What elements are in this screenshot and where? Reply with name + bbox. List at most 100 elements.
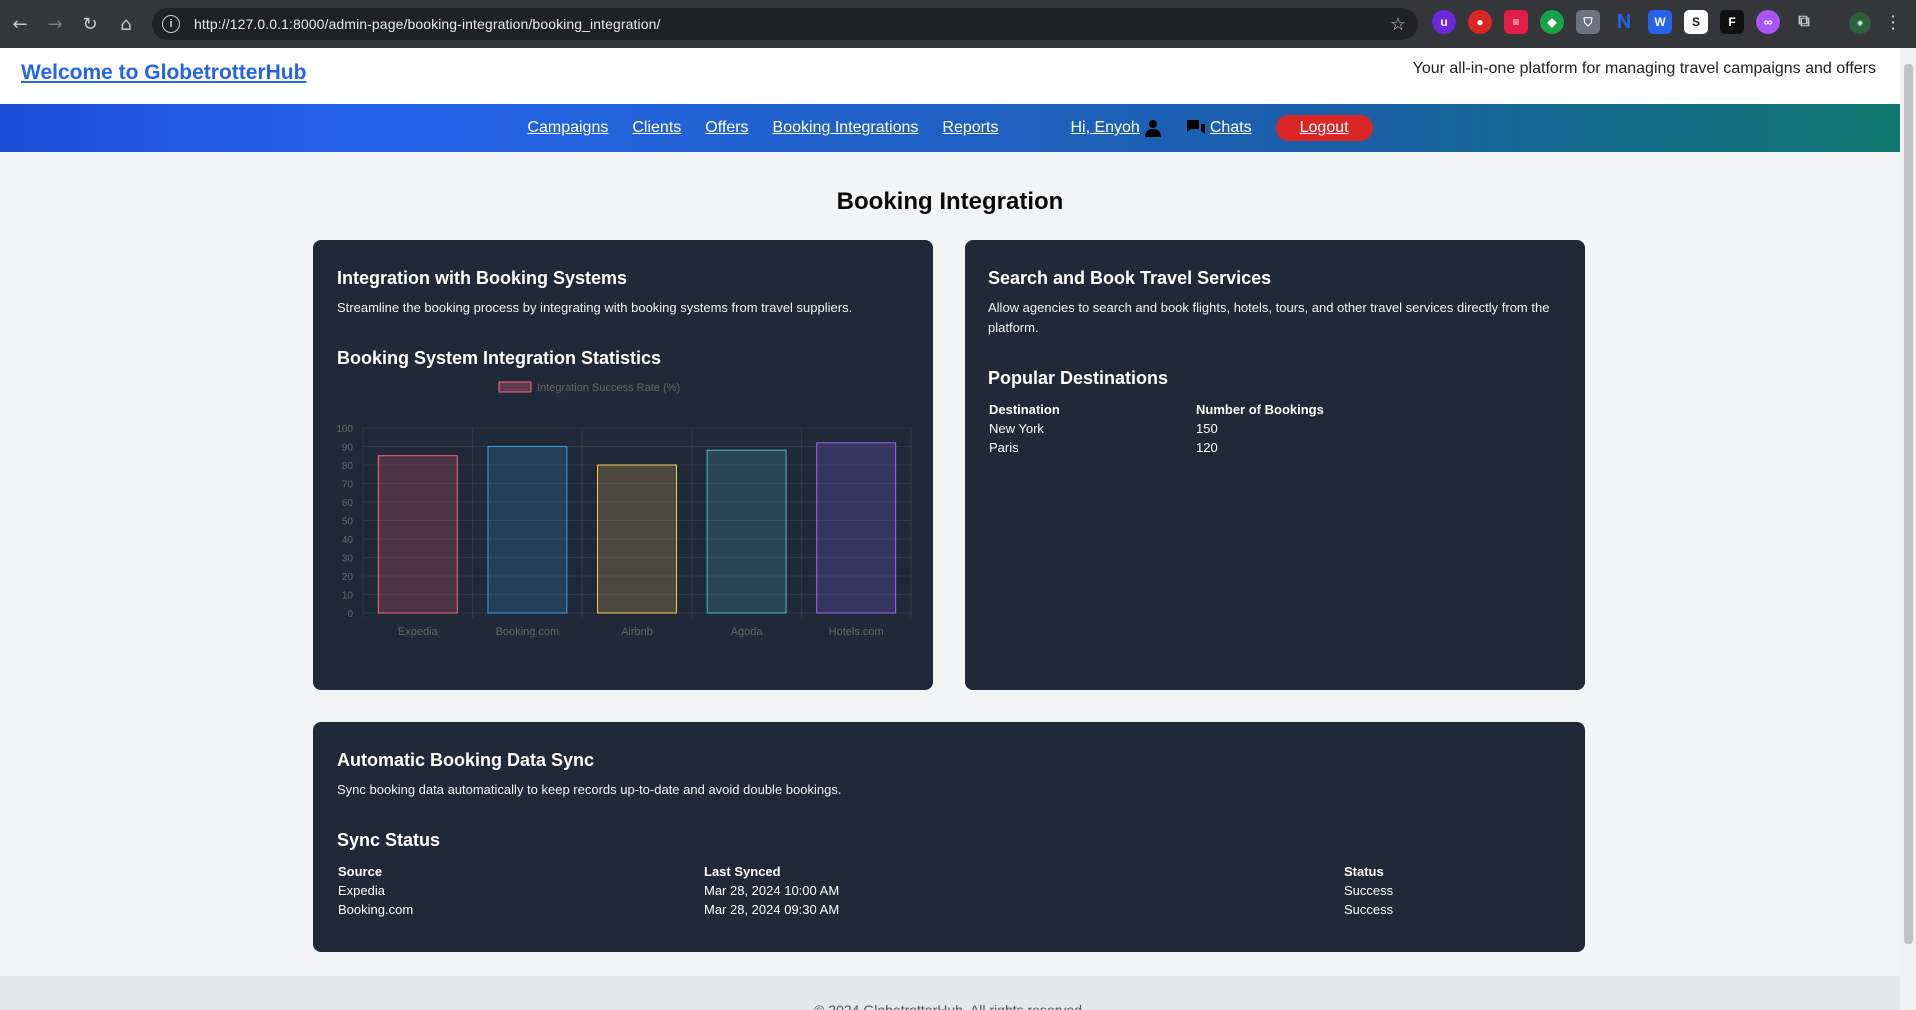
table-header-row: Source Last Synced Status <box>337 862 1543 881</box>
x-tick-label: Booking.com <box>496 626 560 638</box>
bookings-cell: 150 <box>1196 421 1218 436</box>
y-tick-label: 100 <box>336 424 353 435</box>
sync-description: Sync booking data automatically to keep … <box>337 782 842 797</box>
page: Welcome to GlobetrotterHub Your all-in-o… <box>0 48 1900 1010</box>
sync-card: Automatic Booking Data Sync Sync booking… <box>313 722 1585 952</box>
last-synced-cell: Mar 28, 2024 09:30 AM <box>704 902 840 917</box>
destination-cell: Paris <box>989 440 1019 455</box>
home-icon[interactable]: ⌂ <box>108 6 144 42</box>
y-tick-label: 80 <box>342 461 354 472</box>
page-title: Booking Integration <box>836 188 1064 215</box>
nav-offers[interactable]: Offers <box>705 119 748 137</box>
extension-icon[interactable]: ● <box>1468 10 1492 34</box>
sync-title: Automatic Booking Data Sync <box>337 750 595 770</box>
y-tick-label: 30 <box>342 554 354 565</box>
extension-icon[interactable]: ∞ <box>1756 10 1780 34</box>
kebab-menu-icon[interactable]: ⋮ <box>1884 12 1902 33</box>
back-icon[interactable]: ← <box>2 6 38 42</box>
y-tick-label: 10 <box>342 591 354 602</box>
y-tick-label: 70 <box>342 480 354 491</box>
brand-link[interactable]: Welcome to GlobetrotterHub <box>21 61 306 85</box>
destination-cell: New York <box>989 421 1044 436</box>
site-footer: © 2024 GlobetrotterHub. All rights reser… <box>0 976 1900 1010</box>
table-header-row: Destination Number of Bookings <box>988 400 1495 419</box>
column-header: Status <box>1344 864 1384 879</box>
destinations-table: Destination Number of Bookings New York … <box>988 400 1495 457</box>
table-row: Expedia Mar 28, 2024 10:00 AM Success <box>337 881 1543 900</box>
y-tick-label: 60 <box>342 498 354 509</box>
integration-card: Integration with Booking Systems Streaml… <box>313 240 933 690</box>
x-tick-label: Airbnb <box>621 626 653 638</box>
y-tick-label: 50 <box>342 517 354 528</box>
nav-chats[interactable]: Chats <box>1210 119 1252 137</box>
last-synced-cell: Mar 28, 2024 10:00 AM <box>704 883 840 898</box>
shield-icon[interactable]: ⛉ <box>1576 10 1600 34</box>
y-tick-label: 40 <box>342 535 354 546</box>
column-header: Source <box>338 864 383 879</box>
main-nav: Campaigns Clients Offers Booking Integra… <box>0 104 1900 152</box>
status-cell: Success <box>1344 902 1394 917</box>
user-icon <box>1144 120 1161 137</box>
page-scrollbar[interactable] <box>1900 48 1916 1010</box>
source-cell: Expedia <box>338 883 385 898</box>
y-tick-label: 90 <box>342 443 354 454</box>
extension-icon[interactable]: ≡ <box>1504 10 1528 34</box>
profile-avatar[interactable]: ◉ <box>1849 12 1871 34</box>
nav-campaigns[interactable]: Campaigns <box>527 119 608 137</box>
extensions-bar: u ● ≡ ◆ ⛉ N W S F ∞ ⧉ <box>1432 10 1816 34</box>
integration-chart: Integration Success Rate (%) 0 10 20 30 40 50 6… <box>336 381 912 638</box>
logout-button[interactable]: Logout <box>1275 115 1373 141</box>
table-row: Booking.com Mar 28, 2024 09:30 AM Succes… <box>337 900 1543 919</box>
table-row: Paris 120 <box>988 438 1495 457</box>
extension-icon[interactable]: u <box>1432 10 1456 34</box>
nav-reports[interactable]: Reports <box>942 119 998 137</box>
sync-status-title: Sync Status <box>337 830 441 850</box>
search-description: Allow agencies to search and book flight… <box>988 300 1550 335</box>
bookings-cell: 120 <box>1196 440 1218 455</box>
y-tick-label: 0 <box>347 609 353 620</box>
column-header: Destination <box>989 402 1060 417</box>
search-book-card: Search and Book Travel Services Allow ag… <box>965 240 1585 690</box>
user-greeting[interactable]: Hi, Enyoh <box>1070 119 1139 137</box>
chat-icon <box>1186 120 1205 134</box>
y-tick-label: 20 <box>342 572 354 583</box>
x-tick-label: Agoda <box>731 626 764 638</box>
table-row: New York 150 <box>988 419 1495 438</box>
puzzle-icon[interactable]: ⧉ <box>1792 10 1816 34</box>
integration-description: Streamline the booking process by integr… <box>337 300 853 315</box>
bar-booking-com <box>487 446 568 614</box>
site-header: Welcome to GlobetrotterHub Your all-in-o… <box>0 48 1900 104</box>
nav-clients[interactable]: Clients <box>632 119 681 137</box>
sync-status-table: Source Last Synced Status Expedia Mar 28… <box>337 862 1543 919</box>
column-header: Last Synced <box>704 864 781 879</box>
legend-swatch <box>498 381 532 393</box>
nav-booking-integrations[interactable]: Booking Integrations <box>773 119 919 137</box>
extension-icon[interactable]: F <box>1720 10 1744 34</box>
scrollbar-thumb[interactable] <box>1904 64 1913 944</box>
column-header: Number of Bookings <box>1196 402 1324 417</box>
extension-icon[interactable]: ◆ <box>1540 10 1564 34</box>
browser-toolbar: ← → ↻ ⌂ i http://127.0.0.1:8000/admin-pa… <box>0 0 1916 48</box>
site-info-icon[interactable]: i <box>162 15 180 33</box>
extension-icon[interactable]: N <box>1612 10 1636 34</box>
legend-label: Integration Success Rate (%) <box>537 382 680 394</box>
integration-title: Integration with Booking Systems <box>337 268 628 288</box>
x-tick-label: Hotels.com <box>829 626 884 638</box>
tagline: Your all-in-one platform for managing tr… <box>1412 60 1876 77</box>
chats-link-wrap[interactable]: Chats <box>1186 119 1252 137</box>
extension-icon[interactable]: S <box>1684 10 1708 34</box>
url-text: http://127.0.0.1:8000/admin-page/booking… <box>194 16 661 32</box>
bookmark-star-icon[interactable]: ☆ <box>1390 14 1406 35</box>
user-menu[interactable]: Hi, Enyoh <box>1070 119 1161 137</box>
bar-airbnb <box>597 464 677 614</box>
bar-agoda <box>706 449 787 614</box>
forward-icon[interactable]: → <box>37 6 73 42</box>
reload-icon[interactable]: ↻ <box>72 6 108 42</box>
address-bar[interactable]: i http://127.0.0.1:8000/admin-page/booki… <box>152 8 1418 40</box>
stats-title: Booking System Integration Statistics <box>337 348 662 368</box>
extension-icon[interactable]: W <box>1648 10 1672 34</box>
search-title: Search and Book Travel Services <box>988 268 1272 288</box>
x-tick-label: Expedia <box>398 626 439 638</box>
popular-destinations-title: Popular Destinations <box>988 368 1169 388</box>
bar-hotels-com <box>816 442 897 614</box>
